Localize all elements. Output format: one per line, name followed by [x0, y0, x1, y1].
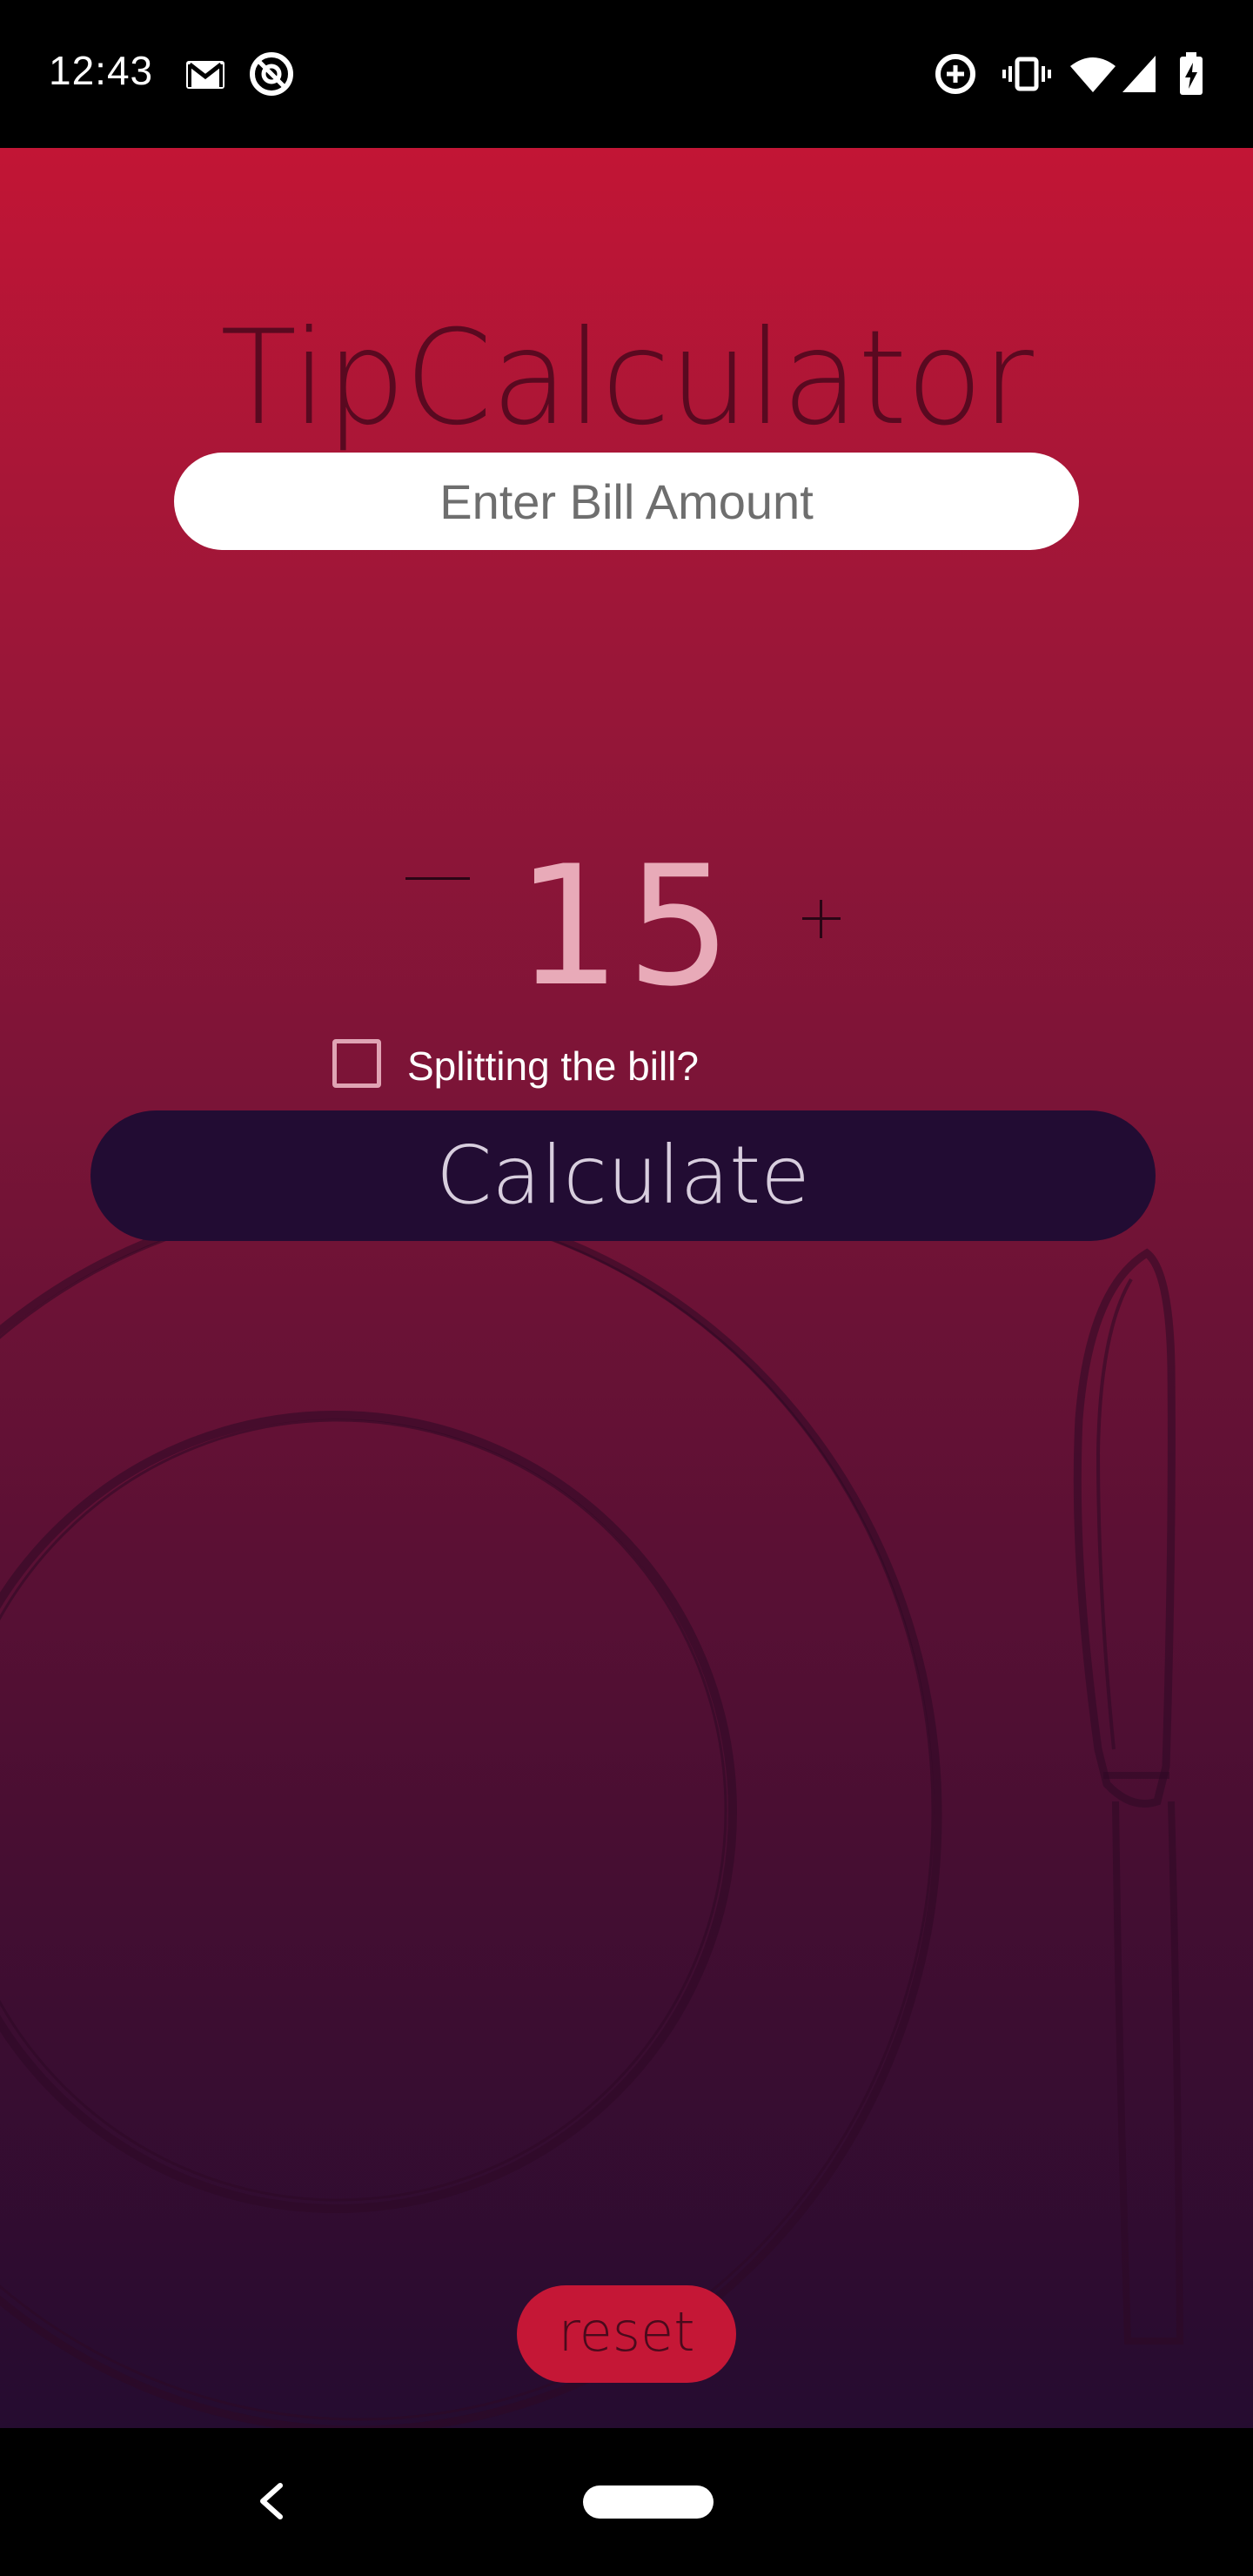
app-title: TipCalculator [220, 303, 1034, 454]
status-time: 12:43 [49, 48, 154, 93]
home-pill-icon[interactable] [583, 2485, 714, 2519]
decrease-tip-button[interactable] [402, 860, 473, 898]
reset-button[interactable]: reset [517, 2285, 736, 2383]
status-bar: 12:43 [0, 0, 1253, 148]
back-icon[interactable] [249, 2466, 292, 2536]
bill-amount-input[interactable] [174, 453, 1079, 550]
split-bill-checkbox[interactable] [332, 1039, 381, 1088]
data-saver-icon [935, 54, 975, 94]
do-not-disturb-icon [250, 52, 293, 96]
split-bill-label[interactable]: Splitting the bill? [407, 1043, 699, 1090]
app-content: TipCalculator 15 Splitting the bill? Cal… [0, 148, 1253, 2428]
phone-screen: 12:43 TipCalculator Enter Bill Amount 15… [0, 0, 1253, 2576]
increase-tip-button[interactable] [795, 893, 848, 945]
battery-charging-icon [1180, 52, 1203, 95]
cellular-signal-icon [1122, 56, 1156, 92]
calculate-button[interactable]: Calculate [90, 1110, 1156, 1241]
vibrate-icon [1002, 57, 1051, 91]
gmail-icon [186, 61, 224, 89]
tip-percentage-value: 15 [516, 830, 737, 1023]
wifi-icon [1070, 57, 1116, 92]
navigation-bar [0, 2428, 1253, 2576]
